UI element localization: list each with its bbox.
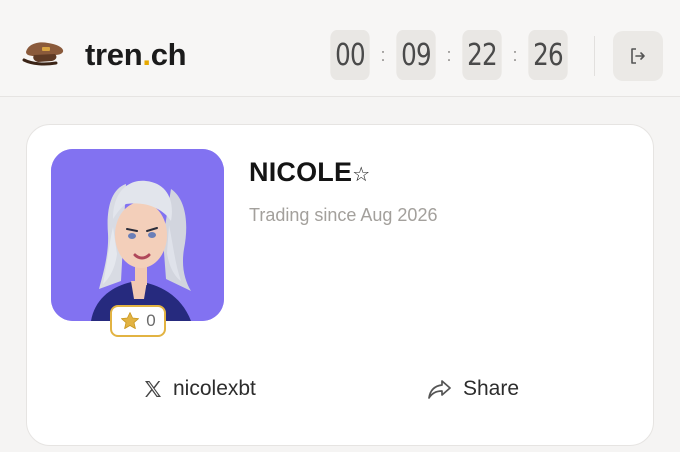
timer-seconds: 22 xyxy=(462,30,502,80)
avatar-illustration xyxy=(51,149,224,321)
profile-name: NICOLE☆ xyxy=(249,157,370,188)
brand-suffix: ch xyxy=(150,37,187,72)
x-logo-icon xyxy=(145,381,161,397)
countdown-timer: 00 : 09 : 22 : 26 xyxy=(326,30,572,80)
header-divider xyxy=(594,36,595,76)
trading-since: Trading since Aug 2026 xyxy=(249,205,438,225)
profile-card: 0 NICOLE☆ Trading since Aug 2026 nicolex… xyxy=(26,124,654,446)
top-bar: tren.ch 00 : 09 : 22 : 26 xyxy=(0,0,680,97)
brand-dot: . xyxy=(142,37,151,72)
brand-wordmark[interactable]: tren.ch xyxy=(85,36,187,74)
avatar xyxy=(51,149,224,321)
star-count-badge[interactable]: 0 xyxy=(110,305,166,337)
star-count: 0 xyxy=(146,311,156,330)
share-arrow-icon xyxy=(428,380,451,399)
x-profile-link[interactable]: nicolexbt xyxy=(143,373,256,405)
timer-minutes: 09 xyxy=(396,30,436,80)
timer-separator: : xyxy=(512,44,518,65)
timer-separator: : xyxy=(380,44,386,65)
brand-prefix: tren xyxy=(85,37,143,72)
logout-icon xyxy=(631,48,645,64)
timer-separator: : xyxy=(446,44,452,65)
share-button[interactable]: Share xyxy=(427,373,519,405)
profile-name-text: NICOLE xyxy=(249,157,353,187)
star-outline-icon: ☆ xyxy=(352,164,371,186)
timer-hours: 00 xyxy=(330,30,370,80)
x-handle: nicolexbt xyxy=(173,377,256,400)
logout-button[interactable] xyxy=(613,31,663,81)
star-filled-icon xyxy=(121,312,140,329)
timer-frames: 26 xyxy=(528,30,568,80)
share-label: Share xyxy=(463,377,520,400)
pilot-cap-icon[interactable] xyxy=(22,36,66,72)
